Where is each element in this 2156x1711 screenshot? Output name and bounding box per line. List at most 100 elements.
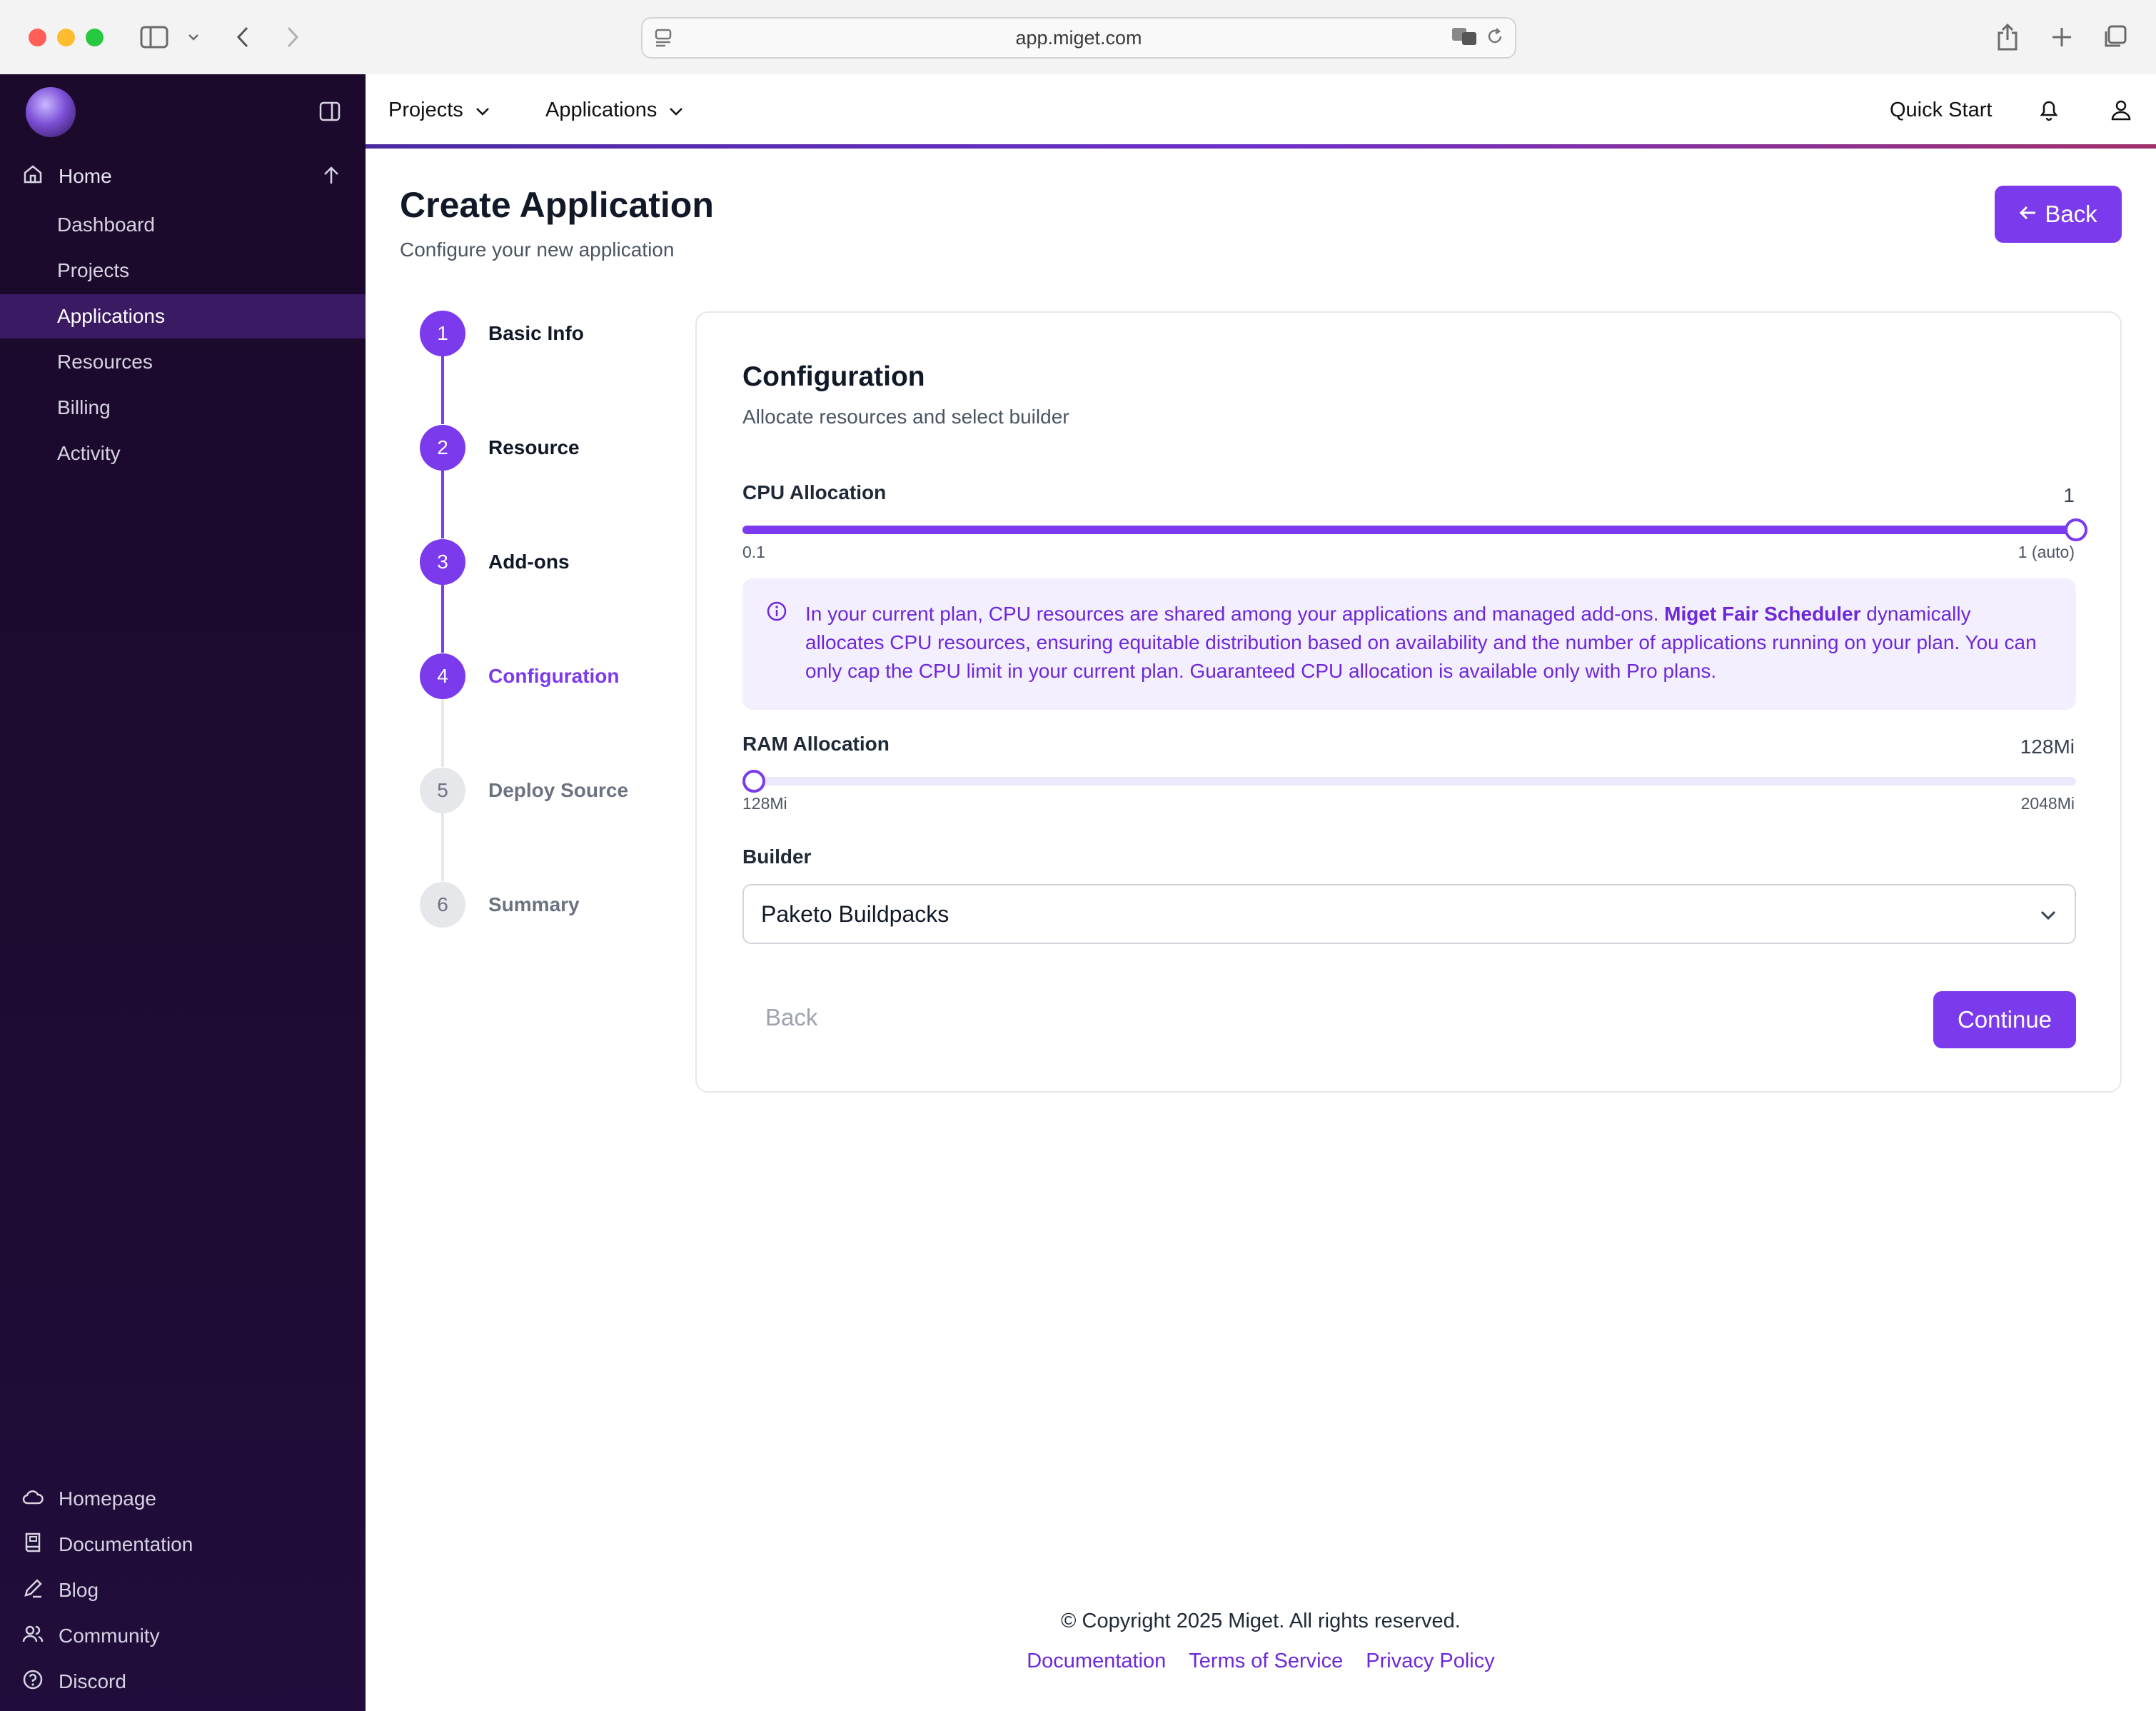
minimize-window-button[interactable]: [57, 29, 75, 46]
quick-start-link[interactable]: Quick Start: [1890, 96, 1992, 124]
step-connector: [441, 813, 444, 881]
page-menu-icon[interactable]: [654, 27, 674, 52]
cpu-min-label: 0.1: [742, 543, 765, 561]
cloud-icon: [21, 1485, 44, 1513]
step-connector: [441, 356, 444, 424]
address-bar[interactable]: app.miget.com: [641, 17, 1516, 59]
sidebar-collapse-icon[interactable]: [318, 100, 341, 126]
builder-select[interactable]: Paketo Buildpacks: [742, 884, 2076, 944]
cpu-max-label: 1 (auto): [2018, 543, 2075, 561]
user-icon[interactable]: [2110, 96, 2132, 124]
arrow-left-icon: [2019, 201, 2037, 228]
applications-menu-label: Applications: [545, 98, 658, 121]
cpu-info-callout: In your current plan, CPU resources are …: [742, 578, 2076, 710]
sidebar-item-resources[interactable]: Resources: [0, 340, 366, 384]
sidebar-item-homepage[interactable]: Homepage: [21, 1481, 156, 1517]
sidebar-toggle-icon[interactable]: [137, 20, 171, 54]
back-arrow-icon[interactable]: [230, 20, 256, 54]
sidebar-item-dashboard[interactable]: Dashboard: [0, 203, 366, 247]
cpu-slider-handle[interactable]: [2065, 518, 2087, 541]
info-icon: [765, 600, 788, 631]
sidebar-item-documentation[interactable]: Documentation: [21, 1527, 193, 1562]
arrow-up-icon[interactable]: [320, 164, 343, 192]
step-label: Add-ons: [488, 551, 570, 573]
sidebar-item-label: Discord: [59, 1670, 126, 1692]
step-number: 6: [420, 882, 465, 928]
footer-link-privacy[interactable]: Privacy Policy: [1366, 1650, 1495, 1673]
step-basic-info[interactable]: 1 Basic Info: [420, 310, 720, 357]
tab-overview-icon[interactable]: [2100, 20, 2129, 54]
ram-slider-handle[interactable]: [742, 770, 765, 793]
pen-icon: [21, 1577, 44, 1605]
step-label: Basic Info: [488, 322, 584, 344]
reload-icon[interactable]: [1485, 26, 1505, 51]
sidebar-item-label: Blog: [59, 1579, 99, 1601]
chevron-down-icon[interactable]: [183, 20, 204, 54]
step-connector: [441, 470, 444, 538]
footer-link-documentation[interactable]: Documentation: [1027, 1650, 1166, 1673]
zoom-window-button[interactable]: [86, 29, 104, 46]
builder-label: Builder: [742, 846, 812, 868]
users-icon: [21, 1622, 44, 1650]
forward-arrow-icon[interactable]: [280, 20, 306, 54]
chevron-down-icon: [475, 99, 490, 122]
sidebar-item-label: Activity: [57, 442, 121, 464]
sidebar-item-activity[interactable]: Activity: [0, 431, 366, 476]
ram-max-label: 2048Mi: [2020, 794, 2075, 813]
topbar-accent-line: [366, 144, 2156, 149]
sidebar-item-home[interactable]: Home: [21, 159, 350, 194]
home-icon: [21, 163, 44, 191]
step-number: 2: [420, 425, 465, 471]
sidebar-item-billing[interactable]: Billing: [0, 386, 366, 430]
continue-button[interactable]: Continue: [1933, 991, 2076, 1048]
url-text: app.miget.com: [1015, 26, 1142, 49]
ram-slider[interactable]: [742, 770, 2076, 793]
projects-menu[interactable]: Projects: [388, 96, 490, 124]
card-subtitle: Allocate resources and select builder: [742, 406, 1069, 428]
sidebar-item-community[interactable]: Community: [21, 1618, 160, 1654]
footer-link-terms[interactable]: Terms of Service: [1189, 1650, 1343, 1673]
card-title: Configuration: [742, 361, 925, 392]
sidebar-item-applications[interactable]: Applications: [0, 294, 366, 338]
chevron-down-icon: [668, 99, 684, 122]
configuration-card: Configuration Allocate resources and sel…: [695, 311, 2122, 1093]
ram-min-label: 128Mi: [742, 794, 787, 813]
step-configuration[interactable]: 4 Configuration: [420, 653, 720, 700]
step-label: Summary: [488, 893, 580, 915]
page-title: Create Application: [400, 185, 714, 225]
new-tab-icon[interactable]: [2047, 20, 2076, 54]
sidebar-item-projects[interactable]: Projects: [0, 249, 366, 293]
applications-menu[interactable]: Applications: [545, 96, 684, 124]
step-back-button[interactable]: Back: [765, 1004, 817, 1031]
top-navigation-bar: Projects Applications Quick Start: [366, 74, 2156, 146]
info-text-part1: In your current plan, CPU resources are …: [805, 603, 1665, 625]
close-window-button[interactable]: [29, 29, 46, 46]
miget-logo[interactable]: [26, 87, 76, 137]
info-text-bold: Miget Fair Scheduler: [1664, 603, 1861, 625]
sidebar-item-blog[interactable]: Blog: [21, 1572, 99, 1608]
back-button[interactable]: Back: [1995, 186, 2122, 243]
step-number: 4: [420, 653, 465, 699]
projects-menu-label: Projects: [388, 98, 463, 121]
sidebar-item-label: Applications: [57, 305, 165, 327]
sidebar-item-label: Community: [59, 1625, 160, 1647]
sidebar-item-discord[interactable]: Discord: [21, 1664, 126, 1700]
step-label: Configuration: [488, 665, 620, 687]
step-summary: 6 Summary: [420, 881, 720, 928]
book-icon: [21, 1531, 44, 1559]
chevron-down-icon: [2037, 904, 2059, 931]
step-resource[interactable]: 2 Resource: [420, 424, 720, 471]
sidebar-item-label: Billing: [57, 396, 111, 418]
back-button-label: Back: [2045, 201, 2097, 227]
cpu-allocation-value: 1: [2063, 484, 2075, 506]
browser-toolbar: app.miget.com: [0, 0, 2156, 76]
share-icon[interactable]: [1993, 20, 2022, 54]
translate-icon[interactable]: [1451, 26, 1478, 52]
footer-links: Documentation Terms of Service Privacy P…: [366, 1650, 2156, 1673]
step-label: Deploy Source: [488, 779, 629, 801]
step-connector: [441, 584, 444, 653]
step-add-ons[interactable]: 3 Add-ons: [420, 538, 720, 586]
bell-icon[interactable]: [2037, 96, 2060, 124]
page-subtitle: Configure your new application: [400, 239, 675, 261]
cpu-slider[interactable]: [742, 518, 2087, 541]
